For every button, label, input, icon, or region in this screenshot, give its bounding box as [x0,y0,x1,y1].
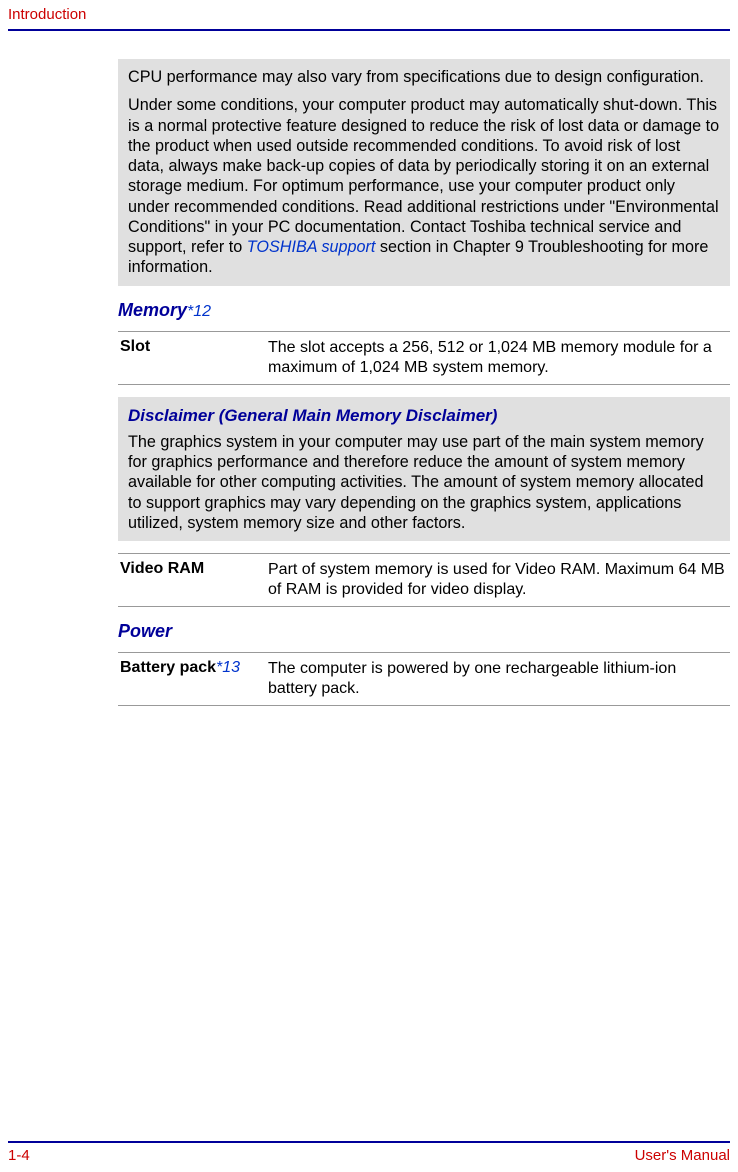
memory-heading-text: Memory [118,300,187,320]
footer: 1-4 User's Manual [8,1141,730,1164]
cpu-disclaimer-p2a: Under some conditions, your computer pro… [128,96,719,256]
video-ram-value: Part of system memory is used for Video … [268,560,730,600]
cpu-disclaimer-box: CPU performance may also vary from speci… [118,59,730,286]
memory-disclaimer-title: Disclaimer (General Main Memory Disclaim… [128,405,720,426]
battery-pack-label: Battery pack*13 [118,659,268,699]
battery-note-ref[interactable]: *13 [216,659,240,676]
memory-slot-label: Slot [118,338,268,378]
memory-note-ref[interactable]: *12 [187,303,211,320]
footer-row: 1-4 User's Manual [8,1147,730,1164]
memory-slot-value: The slot accepts a 256, 512 or 1,024 MB … [268,338,730,378]
battery-pack-row: Battery pack*13 The computer is powered … [118,652,730,706]
video-ram-label: Video RAM [118,560,268,600]
toshiba-support-link[interactable]: TOSHIBA support [247,238,376,256]
page-number: 1-4 [8,1147,30,1164]
header-rule [8,29,730,31]
memory-disclaimer-box: Disclaimer (General Main Memory Disclaim… [118,397,730,542]
footer-rule [8,1141,730,1143]
cpu-disclaimer-p2: Under some conditions, your computer pro… [128,95,720,277]
battery-pack-value: The computer is powered by one rechargea… [268,659,730,699]
power-heading: Power [118,621,730,642]
main-content: CPU performance may also vary from speci… [118,59,730,706]
manual-label: User's Manual [635,1147,730,1164]
video-ram-row: Video RAM Part of system memory is used … [118,553,730,607]
memory-slot-row: Slot The slot accepts a 256, 512 or 1,02… [118,331,730,385]
memory-disclaimer-body: The graphics system in your computer may… [128,432,720,533]
header-title: Introduction [0,0,738,25]
cpu-disclaimer-p1: CPU performance may also vary from speci… [128,67,720,87]
battery-pack-label-text: Battery pack [120,659,216,676]
memory-heading: Memory*12 [118,300,730,321]
